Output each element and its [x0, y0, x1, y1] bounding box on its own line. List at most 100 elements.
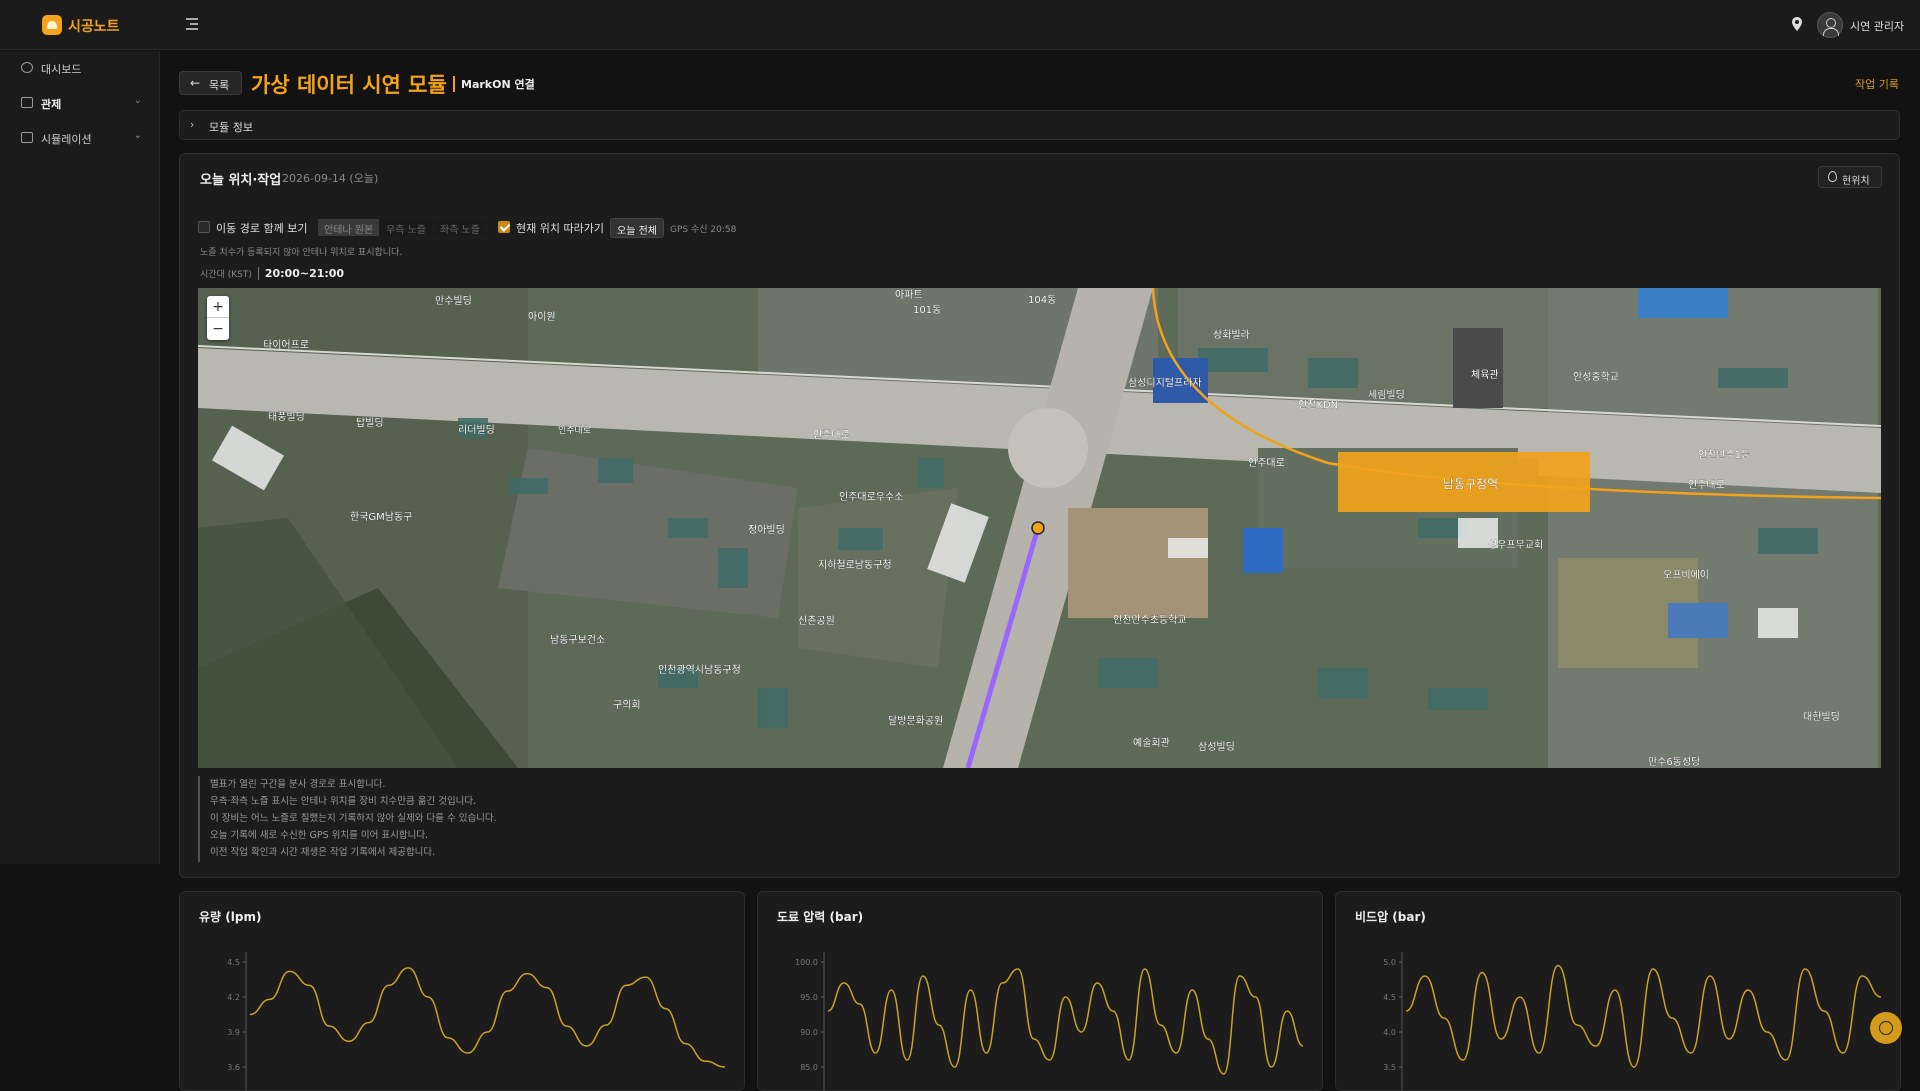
legend-line: 이 장비는 어느 노즐로 칠했는지 기록하지 않아 실제와 다를 수 있습니다.	[210, 813, 497, 824]
follow-location-checkbox[interactable]	[498, 221, 510, 233]
y-tick-label: 3.6	[227, 1063, 240, 1072]
map-label: 한국GM남동구	[350, 511, 412, 523]
map-label: 남동구보건소	[550, 634, 605, 646]
map-label: 오프비에이	[1663, 569, 1709, 581]
map-label: 아이원	[528, 311, 556, 323]
user-name[interactable]: 시연 관리자	[1850, 18, 1904, 34]
paint-pressure-chart-card: 100.0 95.0 90.0 85.0 도료 압력 (bar)	[757, 891, 1323, 1091]
chat-icon[interactable]	[1870, 1012, 1902, 1044]
map-label: 아파트	[895, 289, 923, 301]
map-label: 인주대로	[813, 429, 850, 441]
back-button-label: 목록	[209, 79, 230, 92]
sidebar-item-label: 관제	[41, 98, 62, 111]
y-tick-label: 4.5	[1383, 993, 1396, 1002]
dashboard-icon	[21, 62, 33, 73]
map-label: 인천만수초등학교	[1113, 614, 1187, 626]
time-range-value: 20:00~21:00	[257, 267, 345, 280]
sidebar: 대시보드 관제 ⌄ 시뮬레이션 ⌄	[0, 51, 160, 864]
chart-title: 비드압 (bar)	[1355, 910, 1426, 924]
user-avatar-icon[interactable]	[1817, 12, 1843, 38]
brand-name[interactable]: 시공노트	[68, 16, 120, 36]
location-pin-icon[interactable]	[1792, 17, 1802, 31]
view-mode-right-nozzle[interactable]: 우측 노즐	[380, 219, 432, 236]
view-mode-left-nozzle[interactable]: 좌측 노즐	[434, 219, 486, 236]
legend-line: 이전 작업 확인과 시간 재생은 작업 기록에서 제공합니다.	[210, 847, 436, 858]
series-line	[827, 968, 1304, 1075]
map-label: 101동	[913, 304, 941, 316]
map-label: 만수6동성당	[1648, 756, 1700, 768]
map-canvas[interactable]: 만수빌딩 아이원 타이어프로 인주대로 인주대로 인주대로 인주대로 삼성디지털…	[198, 288, 1881, 768]
map-label: 안성중학교	[1573, 371, 1619, 383]
legend-line: 오늘 기록에 새로 수신한 GPS 위치를 이어 표시합니다.	[210, 830, 429, 841]
map-label: 세림빌딩	[1368, 389, 1405, 401]
card-title: 오늘 위치·작업	[200, 173, 282, 188]
module-info-label: 모듈 정보	[209, 121, 253, 134]
series-line	[1405, 964, 1882, 1068]
time-range-row: 시간대 (KST) 20:00~21:00	[200, 267, 345, 280]
map-legend: 별표가 열린 구간을 분사 경로로 표시합니다. 우측·좌측 노즐 표시는 안테…	[198, 776, 798, 862]
flow-chart-card: 4.5 4.2 3.9 3.6 유량 (lpm)	[179, 891, 745, 1091]
map-label: 타이어프로	[263, 339, 309, 351]
map-label: 삼성빌딩	[1198, 741, 1235, 753]
current-location-button[interactable]: 현위치	[1818, 166, 1882, 188]
monitor-grid-icon	[21, 97, 33, 108]
module-info-toggle[interactable]: › 모듈 정보	[179, 110, 1900, 140]
map-label: 삼성디지털프라자	[1128, 377, 1202, 389]
map-label: 구의회	[613, 699, 641, 711]
map-label: 탑빌딩	[356, 417, 384, 429]
map-label: 만수빌딩	[435, 295, 472, 307]
gps-received-status: GPS 수신 20:58	[670, 225, 737, 235]
y-tick-label: 3.5	[1383, 1063, 1396, 1072]
nozzle-note: 노즐 치수가 등록되지 않아 안테나 위치로 표시합니다.	[200, 248, 403, 258]
map-label: 대한빌딩	[1803, 711, 1840, 723]
y-tick-label: 4.5	[227, 958, 240, 967]
map-label: 성우프무교회	[1488, 539, 1543, 551]
satellite-map[interactable]: 만수빌딩 아이원 타이어프로 인주대로 인주대로 인주대로 인주대로 삼성디지털…	[198, 288, 1881, 768]
time-label: 시간대 (KST)	[200, 270, 252, 280]
sidebar-item-control[interactable]: 관제 ⌄	[0, 86, 160, 120]
y-tick-label: 3.9	[227, 1028, 240, 1037]
logo-icon	[42, 15, 62, 35]
legend-line: 별표가 열린 구간을 분사 경로로 표시합니다.	[210, 779, 386, 790]
zoom-out-button[interactable]: −	[207, 318, 229, 340]
map-label: 리더빌딩	[458, 424, 495, 436]
back-to-list-button[interactable]: ← 목록	[179, 71, 242, 95]
y-tick-label: 5.0	[1383, 958, 1396, 967]
y-tick-label: 95.0	[800, 993, 818, 1002]
view-mode-antenna[interactable]: 안테나 원본	[318, 219, 380, 236]
y-tick-label: 4.0	[1383, 1028, 1396, 1037]
page-title: 가상 데이터 시연 모듈	[251, 73, 447, 97]
map-label: 인주대로	[558, 425, 591, 436]
work-log-link[interactable]: 작업 기록	[1855, 76, 1899, 92]
flow-chart: 4.5 4.2 3.9 3.6	[227, 952, 726, 1090]
chevron-right-icon: ›	[190, 118, 195, 131]
series-line	[249, 967, 726, 1068]
map-label: 상화빌라	[1213, 329, 1250, 341]
today-all-button[interactable]: 오늘 전체	[610, 218, 664, 238]
follow-location-label[interactable]: 현재 위치 따라가기	[516, 220, 604, 236]
show-route-checkbox[interactable]	[198, 221, 210, 233]
map-zoom-control: + −	[207, 296, 229, 340]
chevron-down-icon: ⌄	[133, 130, 142, 141]
map-label: 지하철로남동구청	[818, 558, 892, 571]
map-label: 예술회관	[1133, 737, 1170, 749]
bead-pressure-chart-card: 5.0 4.5 4.0 3.5 비드압 (bar)	[1335, 891, 1901, 1091]
legend-line: 우측·좌측 노즐 표시는 안테나 위치를 장비 치수만큼 옮긴 것입니다.	[210, 796, 477, 807]
map-label: 달방문화공원	[888, 715, 943, 727]
sidebar-item-dashboard[interactable]: 대시보드	[0, 51, 160, 85]
page-header: ← 목록 가상 데이터 시연 모듈 MarkON 연결 작업 기록	[179, 68, 1899, 98]
map-label: 체육관	[1471, 369, 1499, 381]
y-tick-label: 4.2	[227, 993, 240, 1002]
menu-toggle-icon[interactable]	[184, 16, 200, 32]
connection-tag: MarkON 연결	[453, 76, 535, 92]
top-bar: 시공노트 시연 관리자	[0, 0, 1920, 50]
arrow-left-icon: ←	[190, 76, 201, 90]
map-label: 인주대로우수소	[839, 491, 903, 503]
map-label: 신촌공원	[798, 615, 835, 627]
map-label: 정아빌딩	[748, 524, 785, 536]
map-label: 인주대로	[1688, 479, 1725, 491]
show-route-label[interactable]: 이동 경로 함께 보기	[216, 220, 307, 236]
card-date: 2026-09-14 (오늘)	[282, 172, 379, 185]
zoom-in-button[interactable]: +	[207, 296, 229, 318]
sidebar-item-simulation[interactable]: 시뮬레이션 ⌄	[0, 121, 160, 155]
